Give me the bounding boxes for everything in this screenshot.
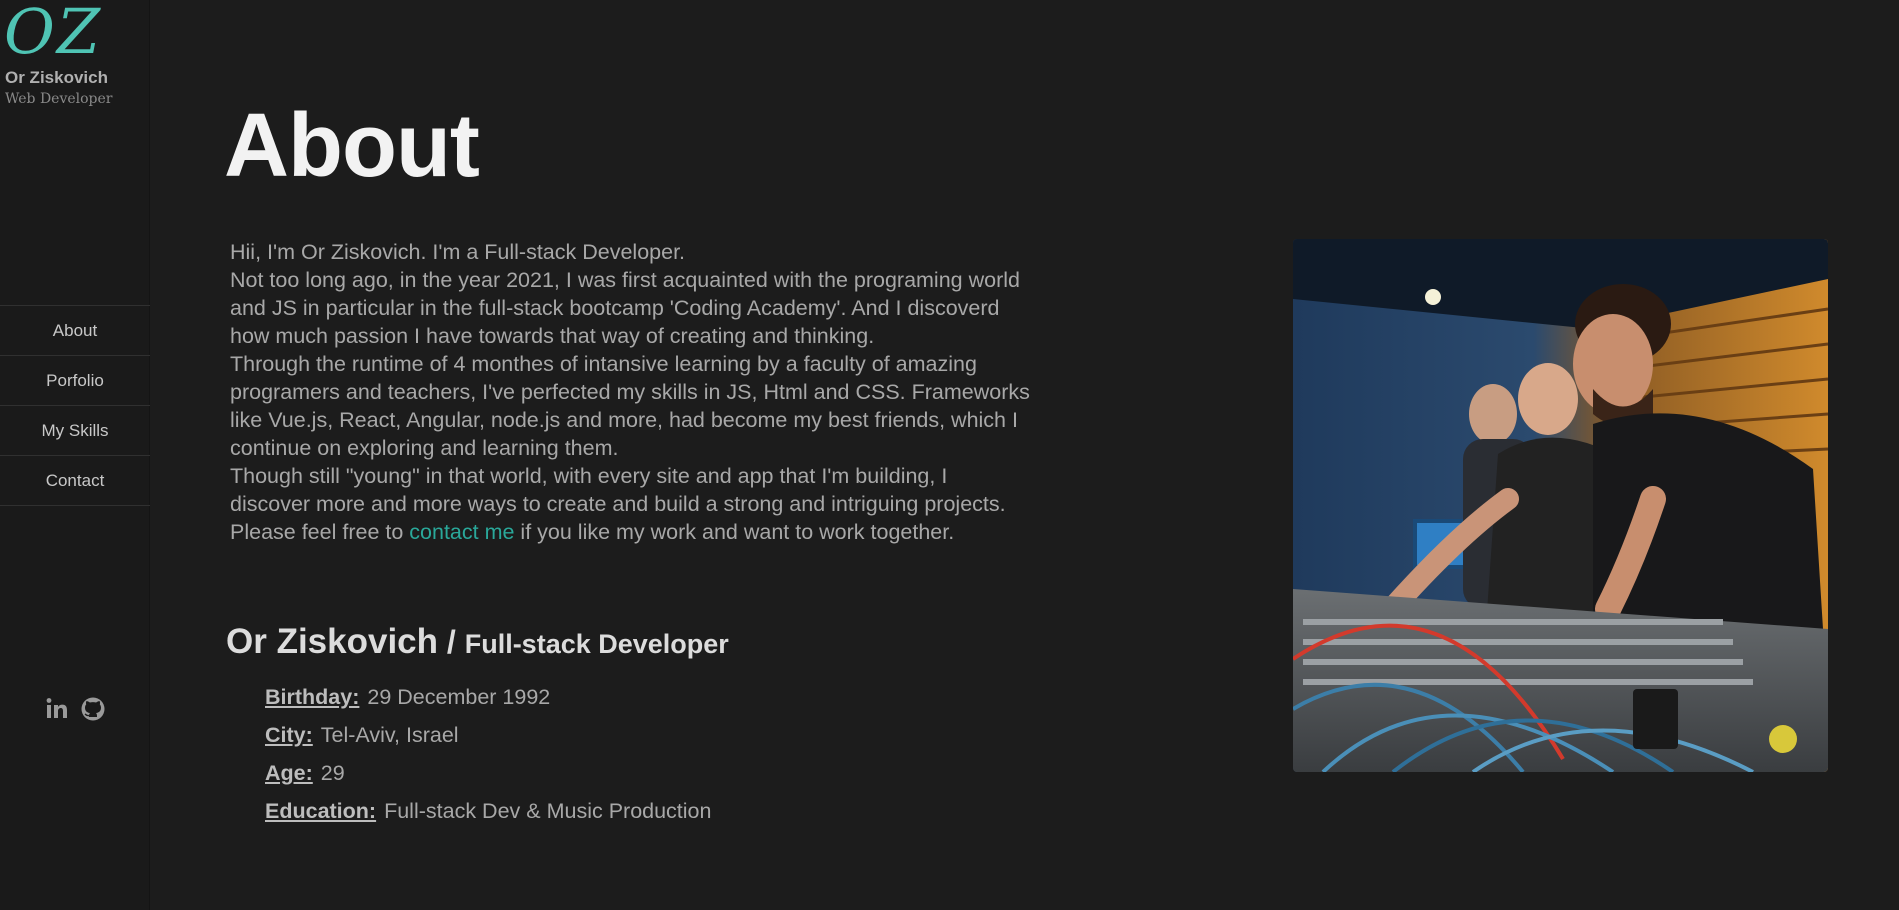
bio-closing-end: if you like my work and want to work tog… [514, 520, 955, 544]
linkedin-icon[interactable] [44, 696, 70, 722]
github-icon[interactable] [80, 696, 106, 722]
detail-row-age: Age: 29 [265, 756, 711, 794]
nav-item-portfolio[interactable]: Porfolio [0, 356, 150, 406]
nav-item-skills[interactable]: My Skills [0, 406, 150, 456]
brand-name: Or Ziskovich [5, 68, 108, 87]
bio-paragraph: Through the runtime of 4 monthes of inta… [230, 352, 1030, 460]
detail-label: Age: [265, 761, 313, 785]
detail-label: Birthday: [265, 685, 360, 709]
social-links [0, 696, 150, 722]
bio-paragraph: Not too long ago, in the year 2021, I wa… [230, 268, 1020, 348]
sidebar: OZ Or Ziskovich Web Developer About Porf… [0, 0, 150, 910]
nav-item-about[interactable]: About [0, 306, 150, 356]
detail-label: Education: [265, 799, 377, 823]
profile-separator: / [438, 624, 465, 660]
detail-value: Tel-Aviv, Israel [320, 723, 459, 747]
profile-photo [1293, 239, 1828, 772]
logo[interactable]: OZ [4, 0, 150, 66]
brand-role: Web Developer [5, 91, 113, 107]
profile-name: Or Ziskovich [226, 622, 439, 661]
main-nav: About Porfolio My Skills Contact [0, 305, 150, 506]
detail-row-education: Education: Full-stack Dev & Music Product… [265, 794, 711, 832]
detail-label: City: [265, 723, 313, 747]
bio-closing-start: Please feel free to [230, 520, 410, 544]
detail-value: 29 [320, 761, 345, 785]
detail-value: Full-stack Dev & Music Production [384, 799, 712, 823]
profile-heading: Or Ziskovich / Full-stack Developer [226, 622, 729, 662]
contact-me-link[interactable]: contact me [409, 520, 514, 544]
bio-closing: Please feel free to contact me if you li… [230, 518, 1030, 546]
detail-value: 29 December 1992 [367, 685, 551, 709]
detail-row-city: City: Tel-Aviv, Israel [265, 718, 711, 756]
nav-item-contact[interactable]: Contact [0, 456, 150, 506]
bio-section: Hii, I'm Or Ziskovich. I'm a Full-stack … [230, 238, 1030, 546]
profile-role: Full-stack Developer [464, 629, 729, 659]
profile-details: Birthday: 29 December 1992 City: Tel-Aviv,… [265, 680, 711, 832]
detail-row-birthday: Birthday: 29 December 1992 [265, 680, 711, 718]
logo-monogram: OZ [4, 0, 102, 68]
bio-paragraph: Though still "young" in that world, with… [230, 464, 1006, 516]
page-title: About [224, 96, 480, 196]
bio-intro: Hii, I'm Or Ziskovich. I'm a Full-stack … [230, 240, 686, 264]
